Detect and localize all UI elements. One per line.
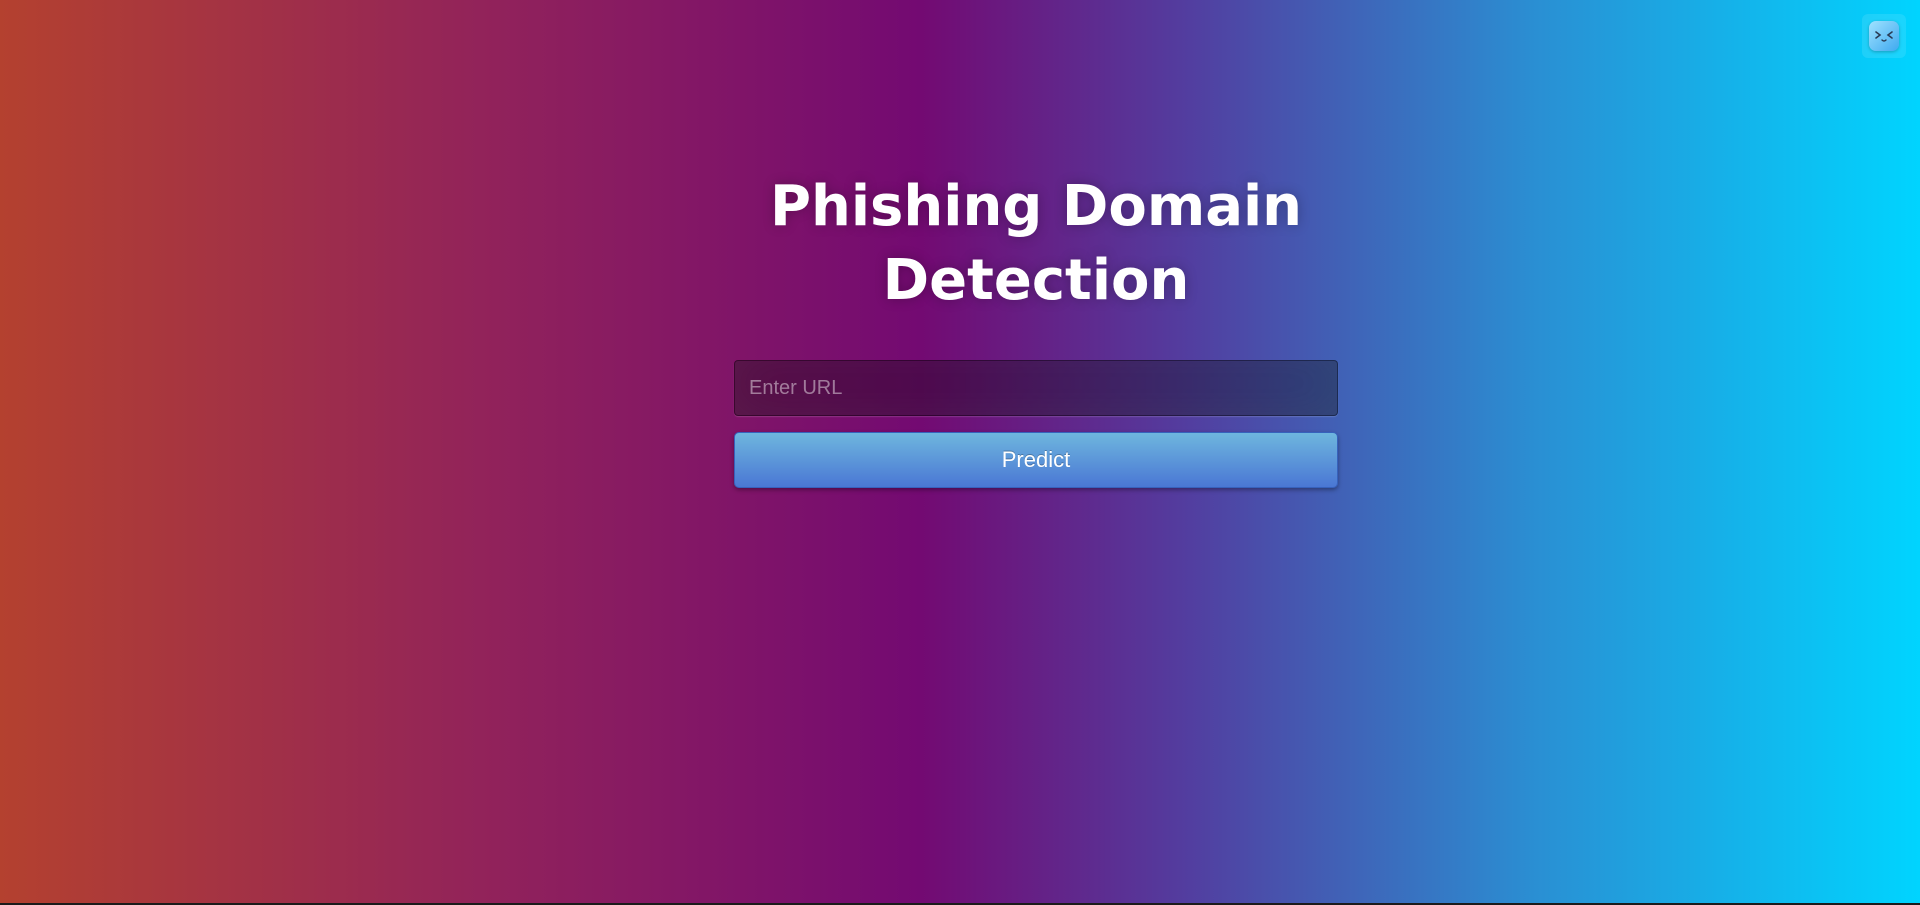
prediction-form-container: Phishing Domain Detection Predict: [734, 170, 1338, 488]
url-input[interactable]: [734, 360, 1338, 416]
extension-face-icon: [1869, 21, 1899, 51]
predict-button[interactable]: Predict: [734, 432, 1338, 488]
page-title: Phishing Domain Detection: [769, 174, 1303, 313]
browser-extension-button[interactable]: [1862, 14, 1906, 58]
